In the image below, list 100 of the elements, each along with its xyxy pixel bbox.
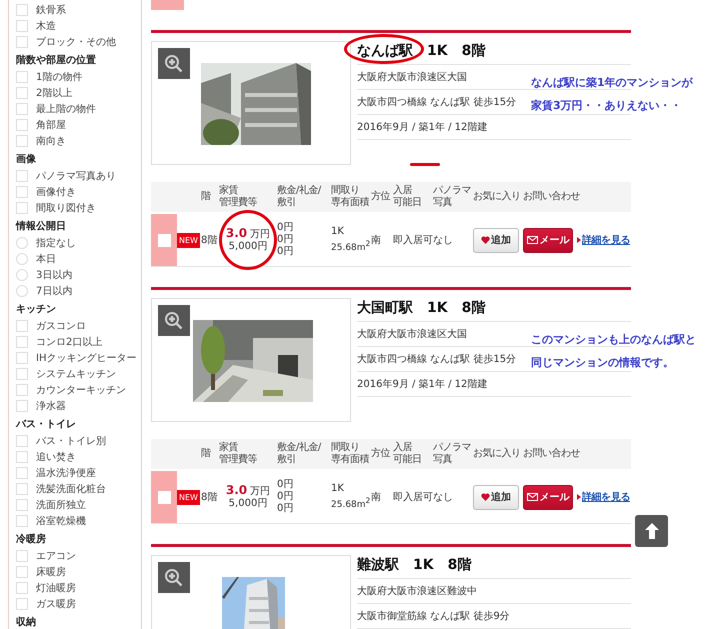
checkbox[interactable]: [16, 483, 28, 495]
deposit-amount: 0円: [277, 246, 294, 258]
filter-label: 2階以上: [36, 86, 72, 100]
details-link[interactable]: 詳細を見る: [582, 233, 630, 247]
checkbox[interactable]: [16, 20, 28, 32]
filter-label: 浄水器: [36, 400, 66, 413]
column-header: パノラマ: [433, 185, 471, 196]
table-cell-text: 即入居可: [393, 490, 433, 504]
filter-label: 最上階の物件: [36, 102, 96, 116]
column-header: 敷金/礼金/: [277, 442, 321, 454]
table-cell-text: 8階: [201, 234, 218, 247]
layout-type: 1K: [331, 226, 344, 238]
checkbox[interactable]: [16, 170, 28, 182]
filter-label: 灯油暖房: [36, 582, 76, 595]
listing-detail: 2016年9月 / 築1年 / 12階建: [357, 115, 631, 140]
radio-button[interactable]: [16, 269, 28, 281]
column-header: 間取り: [331, 185, 360, 196]
checkbox[interactable]: [16, 36, 28, 48]
table-cell-text: 即入居可: [393, 234, 433, 247]
zoom-button[interactable]: [158, 562, 190, 593]
filter-label: ガス暖房: [36, 598, 76, 611]
checkbox[interactable]: [16, 320, 28, 332]
up-arrow-icon: [644, 522, 660, 540]
annotation-note: このマンションも上のなんば駅と: [531, 332, 697, 348]
checkbox[interactable]: [16, 4, 28, 16]
annotation-note: 家賃3万円・・ありえない・・: [531, 98, 683, 114]
checkbox[interactable]: [16, 336, 28, 348]
checkbox[interactable]: [16, 384, 28, 396]
heart-icon: [481, 493, 490, 501]
filter-label: 7日以内: [36, 284, 72, 298]
checkbox[interactable]: [16, 467, 28, 479]
column-header: 写真: [433, 197, 452, 209]
column-header: 可能日: [393, 197, 422, 209]
listing-detail: 大阪府大阪市浪速区難波中: [357, 579, 631, 604]
checkbox[interactable]: [16, 566, 28, 578]
checkbox[interactable]: [16, 499, 28, 511]
zoom-in-icon: [164, 310, 184, 330]
zoom-button[interactable]: [158, 48, 190, 79]
annotation-circle: [219, 210, 277, 270]
filter-heading: 情報公開日: [16, 220, 67, 234]
layout-type: 1K: [331, 483, 344, 495]
filter-label: ガスコンロ: [36, 320, 86, 333]
filter-label: 温水洗浄便座: [36, 466, 96, 480]
checkbox[interactable]: [16, 186, 28, 198]
deposit-amount: 0円: [277, 222, 294, 234]
checkbox[interactable]: [158, 490, 170, 504]
rent-unit: 万円: [250, 486, 270, 497]
checkbox[interactable]: [16, 135, 28, 147]
checkbox[interactable]: [16, 87, 28, 99]
checkbox[interactable]: [16, 119, 28, 131]
scroll-top-button[interactable]: [635, 515, 668, 547]
radio-button[interactable]: [16, 253, 28, 265]
filter-heading: 冷暖房: [16, 532, 47, 547]
mail-button[interactable]: メール: [523, 228, 573, 252]
filter-label: 角部屋: [36, 118, 66, 132]
checkbox[interactable]: [16, 400, 28, 412]
column-header: 可能日: [393, 454, 422, 466]
checkbox[interactable]: [16, 71, 28, 83]
checkbox[interactable]: [16, 368, 28, 380]
filter-label: コンロ2口以上: [36, 336, 102, 349]
heart-icon: [481, 236, 490, 244]
table-cell-text: なし: [433, 491, 453, 504]
checkbox[interactable]: [158, 234, 170, 246]
checkbox[interactable]: [16, 598, 28, 610]
favorite-button[interactable]: 追加: [473, 228, 519, 252]
checkbox[interactable]: [16, 435, 28, 447]
zoom-button[interactable]: [158, 305, 190, 336]
filter-label: 指定なし: [36, 236, 76, 250]
radio-button[interactable]: [16, 285, 28, 297]
checkbox[interactable]: [16, 103, 28, 115]
filter-heading: 画像: [16, 152, 37, 167]
listing-detail: 大阪市御堂筋線 なんば駅 徒歩9分: [357, 604, 631, 629]
zoom-in-icon: [164, 54, 184, 74]
deposit-amount: 0円: [277, 479, 294, 491]
rent-unit: 万円: [250, 229, 270, 240]
envelope-icon: [526, 236, 538, 244]
row-checkbox-cell: [151, 0, 184, 10]
checkbox[interactable]: [16, 352, 28, 364]
filter-label: バス・トイレ別: [36, 435, 106, 448]
triangle-icon: [577, 237, 581, 243]
column-header: 階: [201, 448, 210, 460]
details-link[interactable]: 詳細を見る: [582, 490, 630, 504]
filter-label: 本日: [36, 252, 56, 266]
checkbox[interactable]: [16, 451, 28, 463]
radio-button[interactable]: [16, 237, 28, 249]
deposit-amount: 0円: [277, 234, 294, 246]
checkbox[interactable]: [16, 550, 28, 562]
column-header: 間取り: [331, 442, 360, 454]
mail-button[interactable]: メール: [523, 484, 573, 510]
column-header: 入居: [393, 185, 412, 196]
checkbox[interactable]: [16, 202, 28, 214]
envelope-icon: [526, 493, 538, 501]
favorite-button[interactable]: 追加: [473, 484, 519, 510]
filter-label: 追い焚き: [36, 450, 76, 464]
new-badge: NEW: [177, 232, 200, 248]
annotation-note: 同じマンションの情報です。: [531, 355, 675, 371]
checkbox[interactable]: [16, 582, 28, 594]
filter-label: 洗面所独立: [36, 498, 86, 512]
zoom-in-icon: [164, 568, 184, 588]
checkbox[interactable]: [16, 515, 28, 527]
